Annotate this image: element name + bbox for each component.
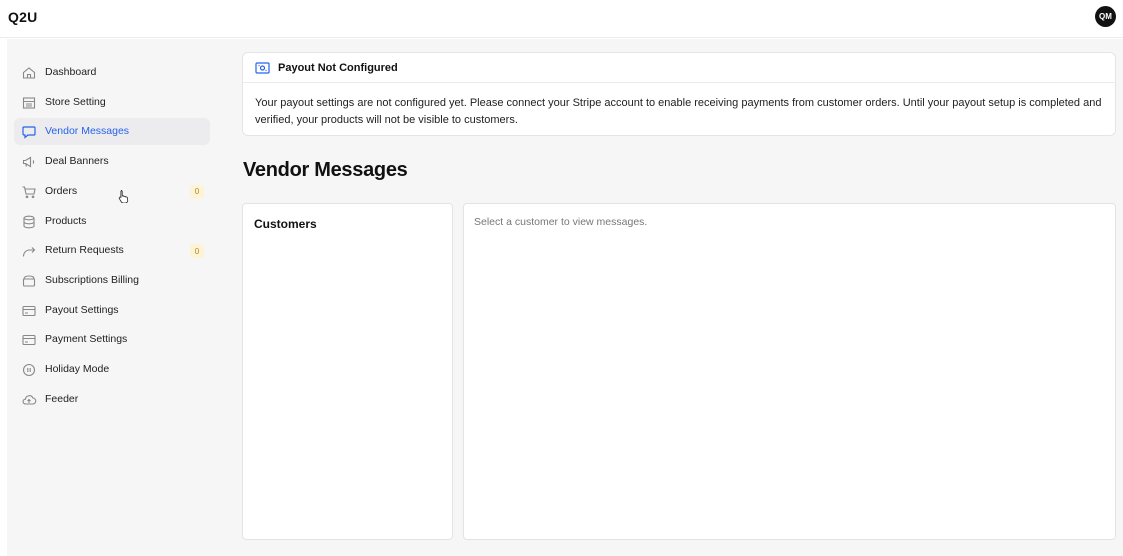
sidebar-item-label: Products (45, 214, 87, 227)
pause-icon (21, 362, 37, 378)
store-icon (21, 95, 37, 111)
sidebar-item-label: Return Requests (45, 244, 124, 257)
sidebar-item-label: Holiday Mode (45, 363, 110, 375)
database-icon (21, 214, 37, 230)
sidebar-item-deal-banners[interactable]: Deal Banners (14, 148, 210, 175)
sidebar-item-label: Vendor Messages (45, 125, 130, 138)
card-icon (21, 303, 37, 319)
sidebar-item-orders[interactable]: Orders 0 (14, 178, 210, 205)
payout-alert: Payout Not Configured Your payout settin… (242, 52, 1116, 136)
orders-count-badge: 0 (190, 184, 204, 199)
sidebar-item-label: Payment Settings (45, 333, 128, 346)
sidebar-item-label: Feeder (45, 392, 79, 405)
alert-header: Payout Not Configured (243, 53, 1115, 83)
alert-message: Your payout settings are not configured … (255, 97, 1102, 126)
sidebar-item-label: Deal Banners (45, 155, 109, 168)
chat-icon (21, 124, 37, 140)
messages-panel: Select a customer to view messages. (463, 203, 1116, 540)
megaphone-icon (21, 154, 37, 170)
sidebar-item-label: Subscriptions Billing (45, 273, 139, 286)
return-requests-count-badge: 0 (190, 244, 204, 259)
messages-empty-state: Select a customer to view messages. (474, 216, 648, 228)
top-bar: Q2U QM (0, 0, 1123, 38)
wallet-icon (21, 273, 37, 289)
customers-panel: Customers (242, 203, 453, 540)
sidebar-item-vendor-messages[interactable]: Vendor Messages (14, 118, 210, 146)
alert-title: Payout Not Configured (278, 62, 398, 74)
sidebar-item-payment-settings[interactable]: Payment Settings (14, 326, 210, 353)
home-icon (21, 65, 37, 81)
cloud-upload-icon (21, 392, 37, 408)
sidebar-item-feeder[interactable]: Feeder (14, 386, 210, 413)
sidebar-item-payout-settings[interactable]: Payout Settings (14, 297, 210, 324)
sidebar-item-label: Dashboard (45, 66, 97, 78)
user-avatar[interactable]: QM (1095, 6, 1116, 27)
sidebar-item-label: Orders (45, 184, 78, 197)
brand-logo[interactable]: Q2U (8, 9, 37, 25)
sidebar-item-store-setting[interactable]: Store Setting (14, 89, 210, 116)
sidebar-item-label: Store Setting (45, 95, 106, 108)
sidebar-item-products[interactable]: Products (14, 208, 210, 235)
return-arrow-icon (21, 243, 37, 259)
page-title: Vendor Messages (243, 159, 408, 181)
sidebar-item-subscriptions-billing[interactable]: Subscriptions Billing (14, 267, 210, 294)
card-icon (21, 332, 37, 348)
sidebar-item-return-requests[interactable]: Return Requests 0 (14, 237, 210, 264)
sidebar-item-label: Payout Settings (45, 303, 119, 316)
money-icon (255, 61, 270, 75)
sidebar-item-holiday-mode[interactable]: Holiday Mode (14, 356, 210, 383)
sidebar-item-dashboard[interactable]: Dashboard (14, 59, 210, 86)
cart-icon (21, 184, 37, 200)
customers-heading: Customers (254, 217, 317, 231)
mouse-cursor-icon (118, 190, 129, 203)
